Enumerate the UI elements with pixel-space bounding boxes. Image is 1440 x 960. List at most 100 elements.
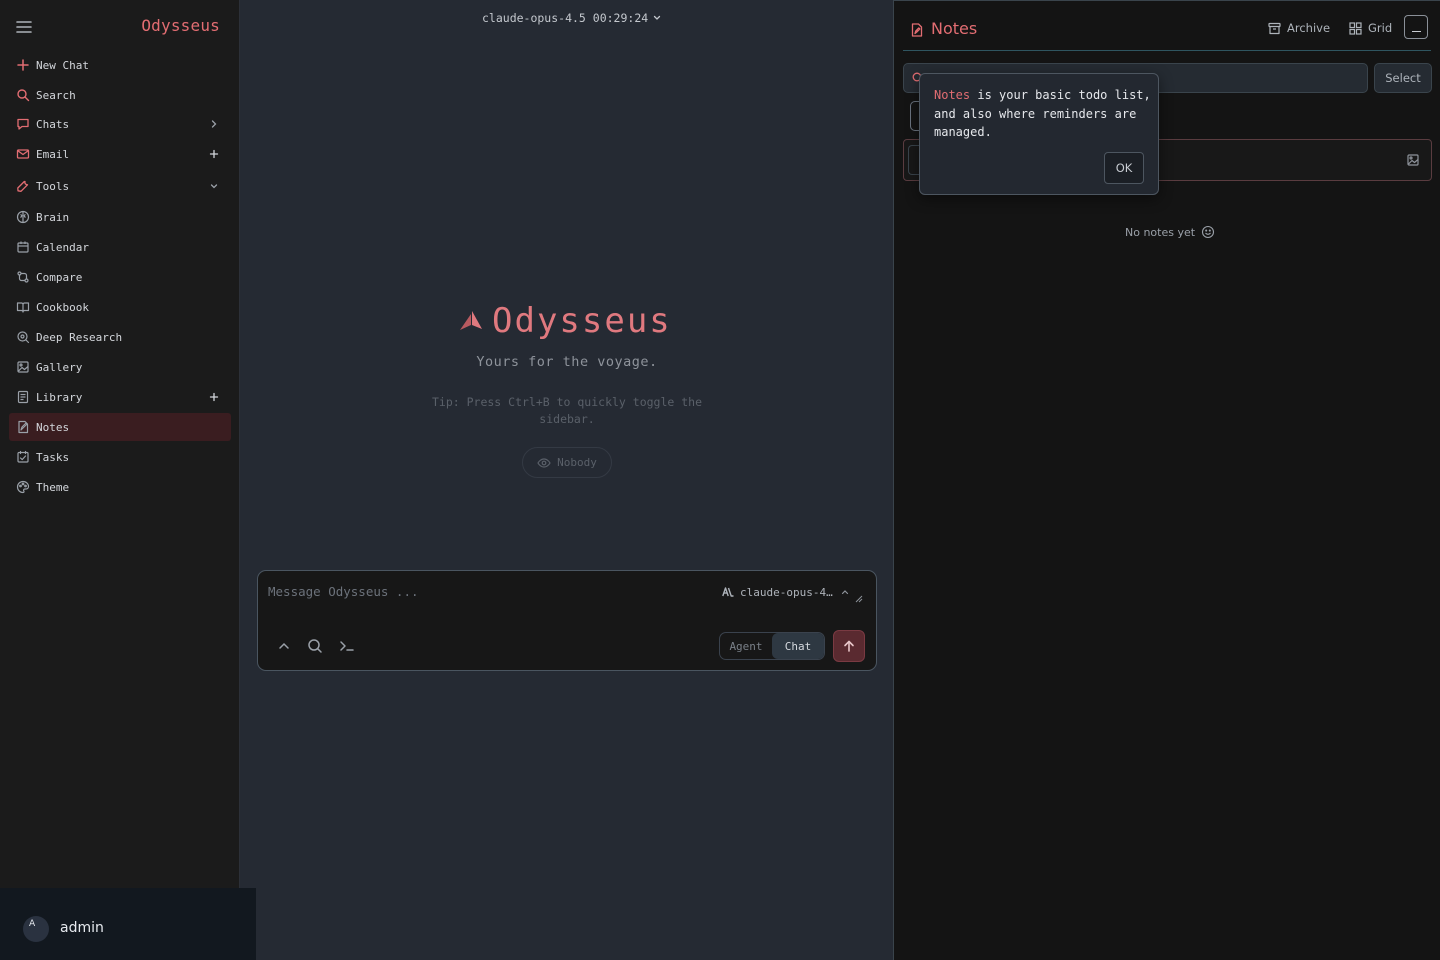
smile-icon (1201, 225, 1215, 239)
sidebar-item-notes[interactable]: Notes (9, 413, 231, 441)
select-button[interactable]: Select (1374, 63, 1432, 93)
image-icon (16, 360, 30, 374)
sidebar-item-tasks[interactable]: Tasks (9, 443, 231, 471)
search-icon (16, 88, 30, 102)
calendar-icon (16, 240, 30, 254)
library-icon (16, 390, 30, 404)
sidebar-item-calendar[interactable]: Calendar (9, 233, 231, 261)
sidebar-item-label: Calendar (36, 240, 89, 254)
sidebar-item-label: Brain (36, 210, 70, 224)
book-icon (16, 300, 30, 314)
sidebar-item-label: New Chat (36, 58, 89, 72)
sidebar-item-compare[interactable]: Compare (9, 263, 231, 291)
research-icon (16, 330, 30, 344)
sidebar-item-label: Cookbook (36, 300, 89, 314)
mode-chat-option[interactable]: Chat (772, 633, 824, 659)
sidebar: Odysseus New Chat Search Chats Email Too… (0, 0, 240, 960)
arrow-up-icon (842, 639, 856, 653)
sidebar-item-new-chat[interactable]: New Chat (9, 51, 231, 79)
archive-button[interactable]: Archive (1268, 20, 1330, 36)
chevron-right-icon[interactable] (207, 117, 221, 131)
composer-model-name: claude-opus-4… (740, 585, 833, 599)
archive-label: Archive (1287, 21, 1331, 35)
plus-icon (16, 58, 30, 72)
sidebar-item-label: Library (36, 390, 83, 404)
mail-icon (16, 147, 30, 161)
sidebar-item-label: Deep Research (36, 330, 123, 344)
sidebar-item-search[interactable]: Search (9, 81, 231, 109)
notes-header: Notes Archive Grid (903, 1, 1431, 51)
sidebar-item-label: Gallery (36, 360, 83, 374)
ok-button[interactable]: OK (1104, 152, 1144, 184)
resize-handle-icon[interactable] (855, 595, 863, 603)
sidebar-item-label: Notes (36, 420, 70, 434)
note-icon (911, 23, 923, 37)
chevron-down-icon (652, 13, 662, 23)
grid-label: Grid (1368, 21, 1393, 35)
message-composer: claude-opus-4… Agent Chat (257, 570, 877, 671)
sail-logo-icon (458, 309, 484, 333)
chevron-up-icon (841, 588, 849, 596)
chevron-down-icon[interactable] (207, 179, 221, 193)
sidebar-item-label: Tasks (36, 450, 70, 464)
tooltip-text: Notes is your basic todo list, and also … (934, 86, 1152, 142)
plus-icon[interactable] (207, 390, 221, 404)
brain-icon (16, 210, 30, 224)
chevron-up-icon[interactable] (276, 638, 292, 654)
tasks-icon (16, 450, 30, 464)
eye-icon (537, 456, 551, 470)
notes-title: Notes (931, 19, 978, 38)
sidebar-item-brain[interactable]: Brain (9, 203, 231, 231)
mode-agent-option[interactable]: Agent (720, 633, 772, 659)
image-icon[interactable] (1406, 153, 1420, 167)
grid-view-button[interactable]: Grid (1349, 20, 1392, 36)
hero-title: Odysseus (458, 301, 672, 341)
sidebar-item-gallery[interactable]: Gallery (9, 353, 231, 381)
sidebar-item-label: Chats (36, 117, 70, 131)
sidebar-item-library[interactable]: Library (9, 383, 231, 411)
empty-state: No notes yet (1125, 224, 1215, 240)
hamburger-menu-icon[interactable] (14, 17, 34, 37)
sidebar-item-label: Email (36, 147, 70, 161)
send-button[interactable] (833, 630, 865, 662)
sidebar-item-label: Compare (36, 270, 83, 284)
username[interactable]: admin (60, 920, 104, 936)
sidebar-item-label: Theme (36, 480, 70, 494)
note-icon (16, 420, 30, 434)
terminal-icon[interactable] (339, 638, 355, 654)
minimize-panel-button[interactable] (1404, 15, 1428, 39)
model-name: claude-opus-4.5 00:29:24 (482, 11, 649, 25)
onboarding-tooltip: Notes is your basic todo list, and also … (919, 73, 1159, 195)
sidebar-item-deep-research[interactable]: Deep Research (9, 323, 231, 351)
tooltip-highlight: Notes (934, 88, 971, 102)
sidebar-item-theme[interactable]: Theme (9, 473, 231, 501)
archive-icon (1268, 22, 1281, 35)
plus-icon[interactable] (207, 147, 221, 161)
compare-icon (16, 270, 30, 284)
hero-title-text: Odysseus (492, 301, 672, 341)
search-icon[interactable] (307, 638, 323, 654)
brand-logo-text[interactable]: Odysseus (141, 16, 220, 35)
sidebar-item-tools[interactable]: Tools (9, 172, 231, 200)
sidebar-item-cookbook[interactable]: Cookbook (9, 293, 231, 321)
palette-icon (16, 480, 30, 494)
chat-bubble-icon (16, 117, 30, 131)
tagline: Yours for the voyage. (476, 354, 658, 370)
minimize-icon (1411, 30, 1421, 32)
message-input[interactable] (268, 581, 708, 601)
avatar[interactable]: A (23, 916, 49, 942)
visibility-badge[interactable]: Nobody (522, 447, 612, 478)
visibility-label: Nobody (557, 456, 597, 469)
tip-text: Tip: Press Ctrl+B to quickly toggle the … (431, 395, 703, 426)
sidebar-item-email[interactable]: Email (9, 140, 231, 168)
wrench-icon (16, 179, 30, 193)
grid-icon (1349, 21, 1362, 35)
empty-state-text: No notes yet (1125, 225, 1196, 239)
composer-model-selector[interactable]: claude-opus-4… (722, 584, 855, 600)
sidebar-item-chats[interactable]: Chats (9, 110, 231, 138)
anthropic-logo-icon (722, 587, 734, 597)
sidebar-item-label: Search (36, 88, 76, 102)
sidebar-header: Odysseus (0, 0, 240, 54)
model-selector[interactable]: claude-opus-4.5 00:29:24 (482, 10, 662, 26)
mode-toggle: Agent Chat (719, 632, 825, 660)
